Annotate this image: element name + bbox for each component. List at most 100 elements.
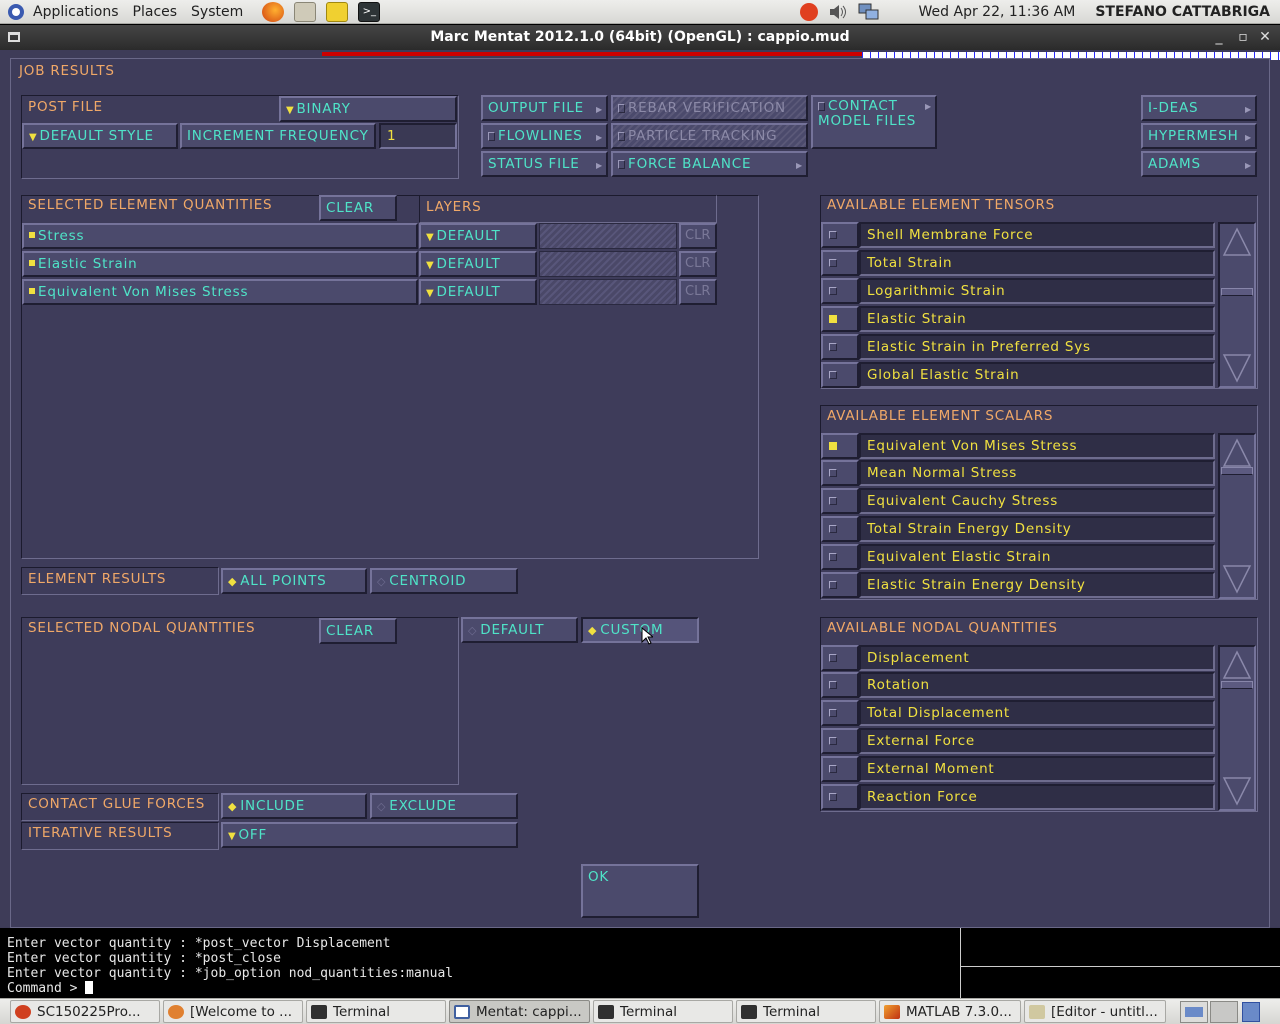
taskbar-item[interactable]: Terminal [593,1000,733,1023]
checkbox[interactable] [821,544,859,570]
list-item[interactable]: Elastic Strain [821,306,1215,333]
workspace-1[interactable] [1180,1000,1208,1023]
checkbox[interactable] [821,222,859,248]
checkbox[interactable] [821,516,859,542]
rebar-verification-button[interactable]: REBAR VERIFICATION [611,95,808,121]
increment-frequency-field[interactable]: 1 [379,123,457,149]
list-item[interactable]: External Moment [821,756,1215,783]
taskbar-item[interactable]: SC150225Pro... [10,1000,160,1023]
post-file-format-dropdown[interactable]: ▼ BINARY [279,96,457,122]
checkbox[interactable] [821,362,859,388]
list-item[interactable]: Equivalent Von Mises Stress [821,433,1215,460]
iterative-results-dropdown[interactable]: ▼ OFF [221,822,518,848]
force-balance-button[interactable]: FORCE BALANCE ▶ [611,151,808,177]
taskbar-item-active[interactable]: Mentat: cappi... [449,1000,590,1023]
clear-nodal-quantities-button[interactable]: CLEAR [319,618,397,644]
element-tensors-scrollbar[interactable] [1218,222,1256,388]
list-item[interactable]: Equivalent Elastic Strain [821,544,1215,571]
command-input[interactable]: Command > [7,981,960,996]
scroll-down-icon[interactable] [1222,775,1252,807]
trash-icon[interactable] [1242,1001,1260,1022]
nodal-custom-radio[interactable]: ◆ CUSTOM [581,617,699,643]
list-item[interactable]: Logarithmic Strain [821,278,1215,305]
list-item[interactable]: Elastic Strain in Preferred Sys [821,334,1215,361]
checkbox[interactable] [821,700,859,726]
taskbar-item[interactable]: Terminal [736,1000,876,1023]
checkbox[interactable] [821,278,859,304]
flowlines-button[interactable]: FLOWLINES ▶ [481,123,608,149]
exclude-radio[interactable]: ◇ EXCLUDE [370,793,518,819]
ok-button[interactable]: OK [581,864,699,918]
scroll-thumb[interactable] [1221,681,1253,689]
list-item[interactable]: Total Strain [821,250,1215,277]
nodal-quantities-scrollbar[interactable] [1218,645,1256,811]
checkbox[interactable] [821,572,859,598]
menu-places[interactable]: Places [126,4,185,20]
layer-dropdown[interactable]: ▼ DEFAULT [419,279,537,305]
clear-element-quantities-button[interactable]: CLEAR [319,195,397,221]
network-icon[interactable] [858,3,879,21]
list-item[interactable]: Global Elastic Strain [821,362,1215,389]
user-name[interactable]: STEFANO CATTABRIGA [1095,4,1270,20]
list-item[interactable]: Reaction Force [821,784,1215,811]
element-scalars-scrollbar[interactable] [1218,433,1256,599]
scroll-down-icon[interactable] [1222,563,1252,595]
ideas-button[interactable]: I-DEAS ▶ [1141,95,1257,121]
taskbar-item[interactable]: MATLAB 7.3.0... [879,1000,1021,1023]
terminal-icon[interactable]: >_ [358,1,381,22]
list-item[interactable]: Equivalent Cauchy Stress [821,488,1215,515]
nodal-default-radio[interactable]: ◇ DEFAULT [461,617,578,643]
mail-icon[interactable] [294,1,317,22]
scroll-up-icon[interactable] [1222,226,1252,258]
output-file-button[interactable]: OUTPUT FILE ▶ [481,95,608,121]
checkbox[interactable] [821,645,859,671]
centroid-radio[interactable]: ◇ CENTROID [370,568,518,594]
hypermesh-button[interactable]: HYPERMESH ▶ [1141,123,1257,149]
adams-button[interactable]: ADAMS ▶ [1141,151,1257,177]
checkbox[interactable] [821,433,859,459]
checkbox[interactable] [821,306,859,332]
checkbox[interactable] [821,460,859,486]
taskbar-item[interactable]: Terminal [306,1000,446,1023]
volume-icon[interactable] [828,3,848,21]
firefox-icon[interactable] [262,1,285,22]
scroll-down-icon[interactable] [1222,352,1252,384]
list-item[interactable]: Elastic Strain Energy Density [821,572,1215,599]
checkbox[interactable] [821,756,859,782]
window-menu-icon[interactable] [8,32,20,42]
list-item[interactable]: Displacement [821,645,1215,672]
scroll-up-icon[interactable] [1222,649,1252,681]
list-item[interactable]: Total Displacement [821,700,1215,727]
clr-button[interactable]: CLR [679,223,717,249]
workspace-2[interactable] [1210,1000,1238,1023]
list-item[interactable]: External Force [821,728,1215,755]
all-points-radio[interactable]: ◆ ALL POINTS [221,568,367,594]
particle-tracking-button[interactable]: PARTICLE TRACKING [611,123,808,149]
minimize-icon[interactable]: _ [1208,25,1230,50]
list-item[interactable]: Total Strain Energy Density [821,516,1215,543]
clr-button[interactable]: CLR [679,251,717,277]
checkbox[interactable] [821,784,859,810]
selected-element-item[interactable]: Elastic Strain [22,251,418,277]
scroll-thumb[interactable] [1221,467,1253,475]
command-terminal[interactable]: Enter vector quantity : *post_vector Dis… [0,928,960,998]
include-radio[interactable]: ◆ INCLUDE [221,793,367,819]
contact-model-files-button[interactable]: CONTACT MODEL FILES ▶ [811,95,937,149]
layer-dropdown[interactable]: ▼ DEFAULT [419,251,537,277]
close-icon[interactable]: ✕ [1254,25,1276,50]
selected-element-item[interactable]: Equivalent Von Mises Stress [22,279,418,305]
window-titlebar[interactable]: Marc Mentat 2012.1.0 (64bit) (OpenGL) : … [0,25,1280,50]
taskbar-item[interactable]: [Editor - untitl... [1024,1000,1166,1023]
list-item[interactable]: Rotation [821,672,1215,699]
list-item[interactable]: Mean Normal Stress [821,460,1215,487]
menu-system[interactable]: System [184,4,250,20]
default-style-dropdown[interactable]: ▼ DEFAULT STYLE [22,123,178,149]
checkbox[interactable] [821,728,859,754]
checkbox[interactable] [821,672,859,698]
clock[interactable]: Wed Apr 22, 11:36 AM [919,4,1076,20]
checkbox[interactable] [821,488,859,514]
menu-applications[interactable]: Applications [26,4,126,20]
selected-element-item[interactable]: Stress [22,223,418,249]
layer-dropdown[interactable]: ▼ DEFAULT [419,223,537,249]
increment-frequency-button[interactable]: INCREMENT FREQUENCY [180,123,376,149]
